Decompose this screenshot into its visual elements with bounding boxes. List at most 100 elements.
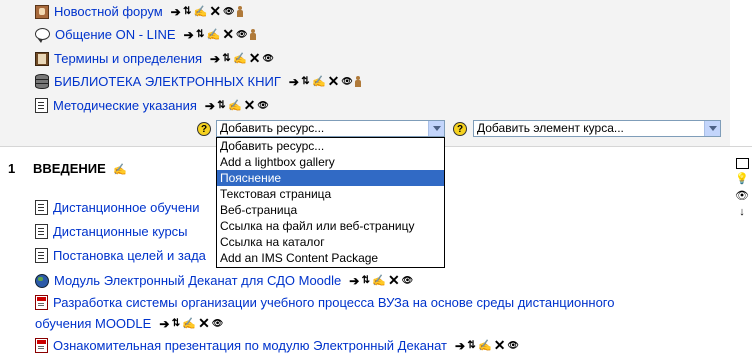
dropdown-option[interactable]: Add a lightbox gallery bbox=[217, 154, 444, 170]
edit-icon[interactable]: ✍ bbox=[194, 5, 208, 18]
activity-library: БИБЛИОТЕКА ЭЛЕКТРОННЫХ КНИГ ➔ ⇅ ✍ ✕ 👁 bbox=[35, 73, 364, 90]
move-updown-icon[interactable]: ⇅ bbox=[183, 6, 192, 17]
groups-icon[interactable] bbox=[249, 29, 259, 40]
add-resource-select[interactable]: Добавить ресурс... bbox=[216, 120, 445, 137]
forum-icon bbox=[35, 4, 49, 19]
activity-link[interactable]: Ознакомительная презентация по модулю Эл… bbox=[53, 338, 447, 353]
hide-icon[interactable]: 👁 bbox=[257, 100, 268, 111]
dropdown-option[interactable]: Ссылка на файл или веб-страницу bbox=[217, 218, 444, 234]
delete-icon[interactable]: ✕ bbox=[222, 26, 234, 43]
hide-section-icon[interactable]: 👁 bbox=[735, 189, 749, 203]
activity-dean-module: Модуль Электронный Деканат для СДО Moodl… bbox=[35, 272, 413, 289]
help-icon[interactable]: ? bbox=[197, 122, 211, 136]
glossary-icon bbox=[35, 51, 49, 66]
move-updown-icon[interactable]: ⇅ bbox=[467, 340, 476, 351]
pdf-icon bbox=[35, 295, 48, 310]
activity-link[interactable]: Термины и определения bbox=[54, 51, 202, 66]
help-icon[interactable]: ? bbox=[453, 122, 467, 136]
move-updown-icon[interactable]: ⇅ bbox=[301, 76, 310, 87]
edit-icon[interactable]: ✍ bbox=[312, 75, 326, 88]
move-icon[interactable]: ➔ bbox=[171, 5, 181, 19]
move-updown-icon[interactable]: ⇅ bbox=[222, 53, 231, 64]
move-icon[interactable]: ➔ bbox=[205, 99, 215, 113]
edit-icon[interactable]: ✍ bbox=[228, 99, 242, 112]
hide-icon[interactable]: 👁 bbox=[507, 340, 518, 351]
move-icon[interactable]: ➔ bbox=[289, 75, 299, 89]
activity-link[interactable]: Общение ON - LINE bbox=[55, 27, 176, 42]
document-icon bbox=[35, 98, 48, 113]
dropdown-option[interactable]: Add an IMS Content Package bbox=[217, 250, 444, 266]
section-controls: 💡 👁 ↓ bbox=[735, 158, 751, 223]
activity-system-development-line2: обучения MOODLE ➔ ⇅ ✍ ✕ 👁 bbox=[35, 315, 223, 332]
groups-icon[interactable] bbox=[236, 6, 246, 17]
activity-actions: ➔ ⇅ ✍ ✕ 👁 bbox=[455, 337, 519, 354]
activity-actions: ➔ ⇅ ✍ ✕ 👁 bbox=[210, 50, 274, 67]
hide-icon[interactable]: 👁 bbox=[402, 275, 413, 286]
delete-icon[interactable]: ✕ bbox=[328, 73, 340, 90]
activity-actions: ➔ ⇅ ✍ ✕ 👁 bbox=[289, 73, 364, 90]
move-icon[interactable]: ➔ bbox=[159, 317, 169, 331]
activity-link[interactable]: обучения MOODLE bbox=[35, 316, 151, 331]
delete-icon[interactable]: ✕ bbox=[249, 50, 261, 67]
edit-icon[interactable]: ✍ bbox=[372, 274, 386, 287]
hide-icon[interactable]: 👁 bbox=[236, 29, 247, 40]
move-updown-icon[interactable]: ⇅ bbox=[171, 318, 180, 329]
activity-link[interactable]: Постановка целей и зада bbox=[53, 248, 206, 263]
dropdown-option[interactable]: Добавить ресурс... bbox=[217, 138, 444, 154]
dropdown-option[interactable]: Текстовая страница bbox=[217, 186, 444, 202]
dropdown-option[interactable]: Ссылка на каталог bbox=[217, 234, 444, 250]
delete-icon[interactable]: ✕ bbox=[244, 97, 256, 114]
move-icon[interactable]: ➔ bbox=[349, 274, 359, 288]
show-only-section-icon[interactable] bbox=[736, 158, 749, 169]
add-activity-select[interactable]: Добавить элемент курса... bbox=[473, 120, 721, 137]
move-icon[interactable]: ➔ bbox=[210, 52, 220, 66]
activity-actions: ➔ ⇅ ✍ ✕ 👁 bbox=[159, 315, 223, 332]
move-down-icon[interactable]: ↓ bbox=[735, 206, 749, 220]
hide-icon[interactable]: 👁 bbox=[212, 318, 223, 329]
move-icon[interactable]: ➔ bbox=[184, 28, 194, 42]
activity-link[interactable]: Модуль Электронный Деканат для СДО Moodl… bbox=[54, 273, 341, 288]
dropdown-option-highlighted[interactable]: Пояснение bbox=[217, 170, 444, 186]
activity-actions: ➔ ⇅ ✍ ✕ 👁 bbox=[184, 26, 259, 43]
database-icon bbox=[35, 74, 49, 89]
pdf-icon bbox=[35, 338, 48, 353]
edit-icon[interactable]: ✍ bbox=[233, 52, 247, 65]
highlight-bulb-icon[interactable]: 💡 bbox=[735, 172, 749, 186]
dropdown-option[interactable]: Веб-страница bbox=[217, 202, 444, 218]
move-icon[interactable]: ➔ bbox=[455, 339, 465, 353]
activity-presentation: Ознакомительная презентация по модулю Эл… bbox=[35, 337, 519, 354]
section-header: ВВЕДЕНИЕ ✍ bbox=[33, 161, 127, 176]
document-icon bbox=[35, 224, 48, 239]
activity-goals: Постановка целей и зада bbox=[35, 248, 206, 263]
activity-link[interactable]: Новостной форум bbox=[54, 4, 163, 19]
activity-actions: ➔ ⇅ ✍ ✕ 👁 bbox=[205, 97, 269, 114]
delete-icon[interactable]: ✕ bbox=[388, 272, 400, 289]
activity-link[interactable]: Разработка системы организации учебного … bbox=[53, 295, 615, 310]
activity-link[interactable]: Дистанционные курсы bbox=[53, 224, 188, 239]
hide-icon[interactable]: 👁 bbox=[341, 76, 352, 87]
activity-link[interactable]: БИБЛИОТЕКА ЭЛЕКТРОННЫХ КНИГ bbox=[54, 74, 281, 89]
activity-system-development: Разработка системы организации учебного … bbox=[35, 295, 615, 310]
activity-link[interactable]: Методические указания bbox=[53, 98, 197, 113]
move-updown-icon[interactable]: ⇅ bbox=[196, 29, 205, 40]
resource-dropdown-list[interactable]: Добавить ресурс... Add a lightbox galler… bbox=[216, 137, 445, 268]
move-updown-icon[interactable]: ⇅ bbox=[217, 100, 226, 111]
activity-chat: Общение ON - LINE ➔ ⇅ ✍ ✕ 👁 bbox=[35, 26, 259, 43]
delete-icon[interactable]: ✕ bbox=[494, 337, 506, 354]
edit-icon[interactable]: ✍ bbox=[478, 339, 492, 352]
move-updown-icon[interactable]: ⇅ bbox=[361, 275, 370, 286]
delete-icon[interactable]: ✕ bbox=[198, 315, 210, 332]
activity-distance-learning: Дистанционное обучени bbox=[35, 200, 200, 215]
edit-icon[interactable]: ✍ bbox=[182, 317, 196, 330]
activity-guidelines: Методические указания ➔ ⇅ ✍ ✕ 👁 bbox=[35, 97, 269, 114]
chevron-down-icon[interactable] bbox=[704, 121, 720, 136]
activity-link[interactable]: Дистанционное обучени bbox=[53, 200, 200, 215]
edit-icon[interactable]: ✍ bbox=[207, 28, 221, 41]
edit-icon[interactable]: ✍ bbox=[113, 164, 127, 176]
hide-icon[interactable]: 👁 bbox=[223, 6, 234, 17]
hide-icon[interactable]: 👁 bbox=[263, 53, 274, 64]
chevron-down-icon[interactable] bbox=[428, 121, 444, 136]
delete-icon[interactable]: ✕ bbox=[209, 3, 221, 20]
groups-icon[interactable] bbox=[354, 76, 364, 87]
add-activity-value: Добавить элемент курса... bbox=[477, 121, 624, 135]
